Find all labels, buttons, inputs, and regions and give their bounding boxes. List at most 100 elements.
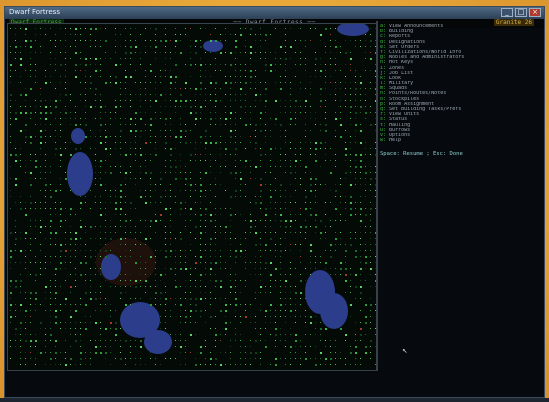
grass-tile [295,298,296,299]
grass-tile [325,340,326,341]
grass-tile [235,316,236,317]
maximize-button[interactable]: □ [515,8,527,17]
grass-tile [325,226,326,227]
grass-tile [190,280,191,281]
grass-tile [335,346,336,347]
grass-tile [80,52,81,53]
grass-tile [260,190,262,192]
grass-tile [335,130,336,131]
grass-tile [140,220,141,221]
grass-tile [360,262,361,263]
grass-tile [345,334,347,336]
grass-tile [285,52,286,53]
grass-tile [225,238,226,239]
grass-tile [215,328,216,329]
grass-tile [130,280,131,281]
grass-tile [270,220,271,221]
grass-tile [190,214,191,215]
grass-tile [150,274,151,275]
grass-tile [80,346,81,347]
grass-tile [340,118,341,119]
grass-tile [265,100,267,102]
grass-tile [35,28,36,29]
grass-tile [340,268,342,270]
grass-tile [10,46,11,47]
grass-tile [345,250,347,252]
grass-tile [255,34,256,35]
grass-tile [20,58,22,60]
grass-tile [80,250,81,251]
grass-tile [305,112,306,113]
grass-tile [335,364,336,365]
grass-tile [55,340,57,342]
grass-tile [20,322,22,324]
grass-tile [10,250,12,252]
close-button[interactable]: × [529,8,541,17]
grass-tile [20,208,22,210]
grass-tile [15,70,16,71]
grass-tile [90,298,92,300]
grass-tile [45,166,46,167]
grass-tile [355,256,357,258]
grass-tile [360,202,361,203]
grass-tile [270,232,271,233]
grass-tile [370,154,371,155]
grass-tile [210,184,211,185]
grass-tile [170,82,172,84]
grass-tile [170,70,171,71]
grass-tile [350,184,352,186]
grass-tile [20,106,21,107]
grass-tile [280,82,281,83]
world-map[interactable] [7,23,377,371]
grass-tile [290,250,291,251]
grass-tile [355,238,356,239]
grass-tile [130,202,132,204]
grass-tile [20,154,21,155]
grass-tile [310,346,311,347]
grass-tile [100,46,101,47]
grass-tile [30,154,31,155]
grass-tile [220,268,221,269]
grass-tile [180,340,181,341]
grass-tile [70,100,71,101]
grass-tile [115,208,117,210]
grass-tile [350,274,351,275]
grass-tile [30,352,31,353]
grass-tile [330,34,331,35]
grass-tile [125,292,126,293]
grass-tile [35,34,36,35]
grass-tile [50,124,51,125]
grass-tile [270,130,271,131]
grass-tile [45,160,46,161]
grass-tile [360,274,361,275]
grass-tile [125,256,126,257]
menu-item[interactable]: w: Help [380,138,536,143]
grass-tile [315,124,316,125]
grass-tile [210,358,212,360]
grass-tile [95,160,96,161]
grass-tile [150,118,152,120]
minimize-button[interactable]: _ [501,8,513,17]
grass-tile [305,352,306,353]
grass-tile [115,232,116,233]
grass-tile [305,322,306,323]
grass-tile [65,28,66,29]
grass-tile [15,328,17,330]
grass-tile [170,106,171,107]
grass-tile [295,190,296,191]
grass-tile [245,100,246,101]
grass-tile [45,124,46,125]
grass-tile [230,118,231,119]
grass-tile [215,160,216,161]
grass-tile [300,346,301,347]
grass-tile [180,160,181,161]
grass-tile [65,322,66,323]
grass-tile [365,334,366,335]
grass-tile [155,28,157,30]
grass-tile [295,118,296,119]
grass-tile [110,304,111,305]
grass-tile [165,196,166,197]
grass-tile [255,340,257,342]
grass-tile [255,358,256,359]
grass-tile [160,130,161,131]
